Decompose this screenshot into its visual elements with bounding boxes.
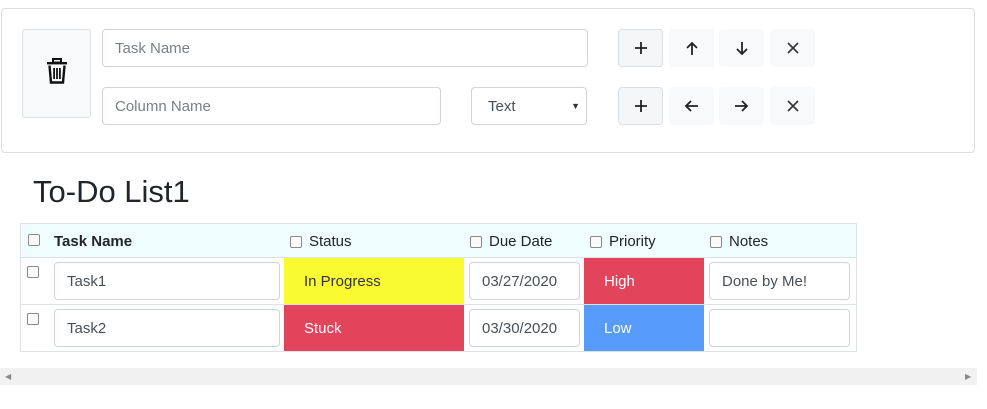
trash-icon bbox=[46, 58, 68, 89]
move-column-right-button[interactable] bbox=[719, 87, 764, 125]
scroll-left-icon[interactable]: ◀ bbox=[5, 372, 11, 381]
row-checkbox[interactable] bbox=[27, 313, 39, 325]
horizontal-scrollbar[interactable]: ◀ ▶ bbox=[0, 368, 977, 385]
due-date-cell[interactable]: 03/27/2020 bbox=[469, 262, 580, 300]
arrow-right-icon bbox=[734, 99, 749, 113]
due-date-text: 03/27/2020 bbox=[482, 272, 558, 290]
header-notes: Notes bbox=[729, 233, 769, 250]
header-status: Status bbox=[309, 233, 352, 250]
task-name-input[interactable] bbox=[102, 29, 588, 67]
column-type-value: Text bbox=[488, 97, 516, 115]
move-task-down-button[interactable] bbox=[719, 29, 764, 67]
column-type-select[interactable]: Text ▼ bbox=[471, 87, 587, 125]
notes-column-checkbox[interactable] bbox=[710, 236, 722, 248]
status-cell[interactable]: Stuck bbox=[284, 305, 464, 351]
notes-text: Done by Me! bbox=[722, 272, 808, 290]
task-name-text: Task2 bbox=[67, 319, 107, 337]
plus-icon bbox=[634, 41, 648, 55]
list-title: To-Do List1 bbox=[33, 174, 190, 209]
remove-column-button[interactable] bbox=[770, 87, 815, 125]
priority-text: High bbox=[604, 272, 635, 290]
scroll-right-icon[interactable]: ▶ bbox=[965, 372, 971, 381]
priority-column-checkbox[interactable] bbox=[590, 236, 602, 248]
delete-button[interactable] bbox=[22, 29, 91, 118]
arrow-down-icon bbox=[735, 41, 749, 56]
todo-table: Task Name Status Due Date Priority Notes… bbox=[20, 223, 857, 352]
due-date-cell[interactable]: 03/30/2020 bbox=[469, 309, 580, 347]
task-name-text: Task1 bbox=[67, 272, 107, 290]
task-name-cell[interactable]: Task2 bbox=[54, 309, 280, 347]
priority-cell[interactable]: Low bbox=[584, 305, 704, 351]
column-name-input[interactable] bbox=[102, 87, 441, 125]
row-checkbox[interactable] bbox=[27, 266, 39, 278]
notes-cell[interactable] bbox=[709, 309, 850, 347]
task-name-cell[interactable]: Task1 bbox=[54, 262, 280, 300]
priority-text: Low bbox=[604, 319, 632, 337]
arrow-up-icon bbox=[685, 41, 699, 56]
header-task-name: Task Name bbox=[54, 233, 133, 250]
add-column-button[interactable] bbox=[618, 87, 663, 125]
due-date-column-checkbox[interactable] bbox=[470, 236, 482, 248]
plus-icon bbox=[634, 99, 648, 113]
select-all-checkbox[interactable] bbox=[28, 234, 40, 246]
header-priority: Priority bbox=[609, 233, 656, 250]
toolbar-panel: Text ▼ bbox=[1, 8, 975, 153]
table-row: Task1 In Progress 03/27/2020 High Done b… bbox=[21, 258, 856, 305]
notes-cell[interactable]: Done by Me! bbox=[709, 262, 850, 300]
move-task-up-button[interactable] bbox=[669, 29, 714, 67]
add-task-button[interactable] bbox=[618, 29, 663, 67]
arrow-left-icon bbox=[684, 99, 699, 113]
header-due-date: Due Date bbox=[489, 233, 553, 250]
priority-cell[interactable]: High bbox=[584, 258, 704, 304]
table-header-row: Task Name Status Due Date Priority Notes bbox=[21, 223, 856, 258]
status-column-checkbox[interactable] bbox=[290, 236, 302, 248]
remove-task-button[interactable] bbox=[770, 29, 815, 67]
close-icon bbox=[786, 100, 799, 112]
caret-down-icon: ▼ bbox=[571, 101, 580, 111]
table-row: Task2 Stuck 03/30/2020 Low bbox=[21, 305, 856, 352]
close-icon bbox=[786, 42, 799, 54]
due-date-text: 03/30/2020 bbox=[482, 319, 558, 337]
status-text: In Progress bbox=[304, 272, 381, 290]
move-column-left-button[interactable] bbox=[669, 87, 714, 125]
status-text: Stuck bbox=[304, 319, 342, 337]
status-cell[interactable]: In Progress bbox=[284, 258, 464, 304]
